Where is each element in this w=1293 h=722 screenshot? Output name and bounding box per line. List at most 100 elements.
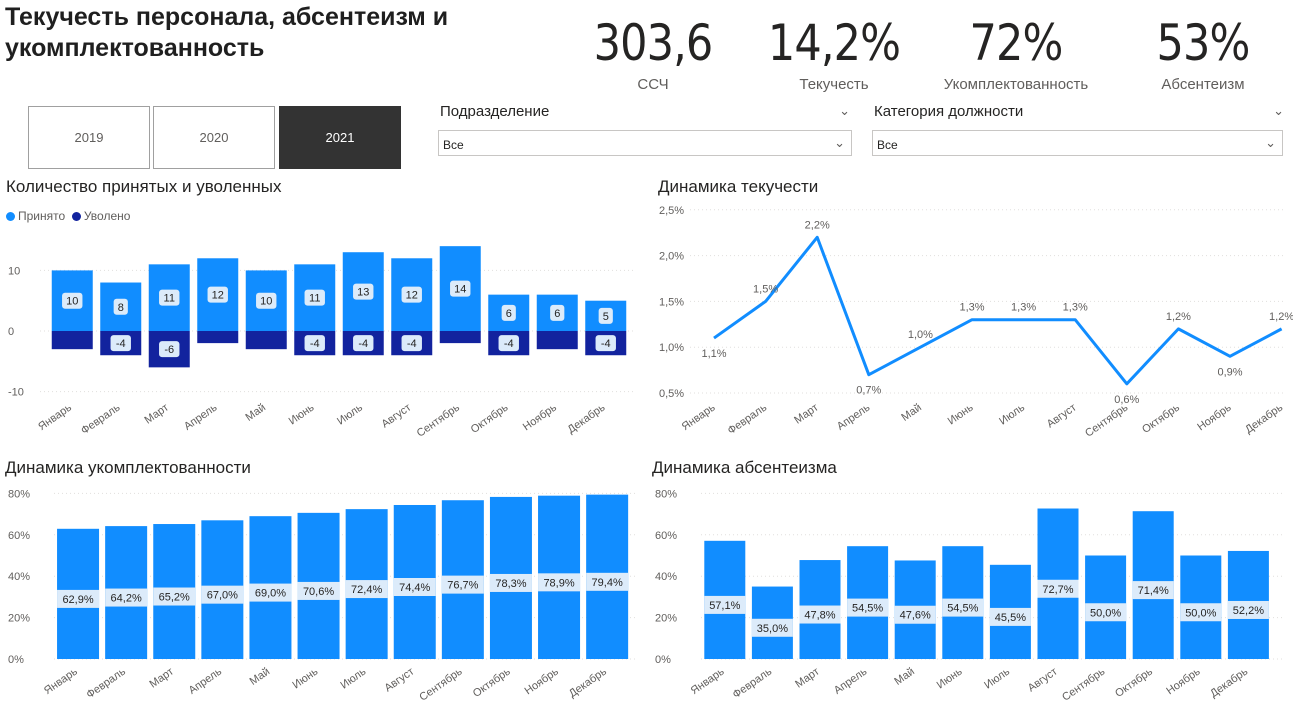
- absence-xtick: Июнь: [935, 665, 965, 691]
- turnover-xtick: Август: [1045, 402, 1079, 431]
- staffing-xtick: Июнь: [290, 665, 320, 691]
- hires-ytick: 10: [8, 265, 20, 277]
- staffing-ytick: 0%: [8, 654, 24, 666]
- staffing-xtick: Май: [248, 666, 273, 688]
- hires-xtick: Август: [379, 402, 413, 431]
- turnover-xtick: Июнь: [946, 401, 976, 427]
- bar-fired: [536, 331, 578, 350]
- absence-data-label: 72,7%: [1042, 584, 1073, 596]
- bar-fired: [245, 331, 287, 350]
- hires-ytick: 0: [8, 326, 14, 338]
- turnover-data-label: 1,3%: [1063, 302, 1088, 314]
- hires-xtick: Апрель: [182, 401, 220, 432]
- staffing-xtick: Июль: [338, 665, 368, 691]
- label-fired: -4: [407, 338, 417, 350]
- absence-data-label: 47,6%: [900, 610, 931, 622]
- absence-ytick: 60%: [655, 530, 677, 542]
- hires-xtick: Октябрь: [469, 401, 511, 435]
- staffing-xtick: Февраль: [84, 665, 128, 701]
- absence-xtick: Март: [793, 666, 821, 691]
- turnover-data-label: 1,2%: [1269, 311, 1293, 323]
- label-hired: 6: [506, 308, 512, 320]
- hires-xtick: Июль: [335, 401, 365, 427]
- absence-xtick: Июль: [982, 665, 1012, 691]
- absence-data-label: 54,5%: [852, 603, 883, 615]
- staffing-data-label: 74,4%: [399, 582, 430, 594]
- staffing-xtick: Сентябрь: [417, 665, 464, 703]
- absence-data-label: 50,0%: [1090, 607, 1121, 619]
- hires-xtick: Май: [243, 402, 268, 424]
- turnover-data-label: 1,5%: [753, 283, 778, 295]
- absence-xtick: Апрель: [832, 665, 870, 696]
- label-hired: 12: [406, 290, 418, 302]
- turnover-data-label: 0,7%: [856, 385, 881, 397]
- label-fired: -4: [116, 338, 126, 350]
- absence-xtick: Май: [892, 666, 917, 688]
- staffing-xtick: Декабрь: [567, 665, 609, 700]
- staffing-ytick: 80%: [8, 488, 30, 500]
- absence-xtick: Август: [1026, 666, 1060, 695]
- turnover-xtick: Ноябрь: [1195, 401, 1233, 433]
- absence-xtick: Ноябрь: [1164, 665, 1202, 697]
- turnover-xtick: Сентябрь: [1083, 401, 1130, 439]
- turnover-data-label: 0,9%: [1217, 366, 1242, 378]
- turnover-xtick: Март: [792, 402, 820, 427]
- hires-xtick: Январь: [36, 401, 74, 433]
- staffing-data-label: 69,0%: [255, 588, 286, 600]
- label-hired: 10: [260, 296, 272, 308]
- absence-xtick: Октябрь: [1113, 665, 1155, 699]
- label-fired: -4: [358, 338, 368, 350]
- turnover-xtick: Январь: [680, 401, 718, 433]
- absence-data-label: 45,5%: [995, 612, 1026, 624]
- hires-xtick: Сентябрь: [415, 401, 462, 439]
- turnover-data-label: 1,3%: [1011, 302, 1036, 314]
- staffing-ytick: 60%: [8, 530, 30, 542]
- staffing-data-label: 65,2%: [159, 592, 190, 604]
- bar-fired: [51, 331, 93, 350]
- absence-xtick: Сентябрь: [1060, 665, 1107, 703]
- staffing-xtick: Август: [382, 666, 416, 695]
- label-fired: -6: [164, 344, 174, 356]
- absence-xtick: Февраль: [731, 665, 775, 701]
- hires-xtick: Март: [143, 402, 171, 427]
- label-hired: 8: [118, 302, 124, 314]
- turnover-xtick: Май: [899, 402, 924, 424]
- staffing-xtick: Ноябрь: [523, 665, 561, 697]
- absence-xtick: Январь: [689, 665, 727, 697]
- staffing-data-label: 78,3%: [495, 578, 526, 590]
- turnover-ytick: 2,5%: [659, 205, 684, 217]
- absence-data-label: 54,5%: [947, 603, 978, 615]
- hires-xtick: Декабрь: [565, 401, 607, 436]
- absence-xtick: Декабрь: [1208, 665, 1250, 700]
- turnover-ytick: 0,5%: [659, 388, 684, 400]
- staffing-data-label: 70,6%: [303, 586, 334, 598]
- label-hired: 5: [603, 311, 609, 323]
- turnover-xtick: Октябрь: [1140, 401, 1182, 435]
- label-hired: 11: [309, 293, 320, 305]
- turnover-line: [713, 235, 1283, 386]
- staffing-ytick: 20%: [8, 613, 30, 625]
- staffing-xtick: Апрель: [187, 665, 225, 696]
- turnover-ytick: 1,0%: [659, 342, 684, 354]
- absence-data-label: 52,2%: [1233, 605, 1264, 617]
- bar-fired: [439, 331, 481, 344]
- staffing-data-label: 64,2%: [111, 593, 142, 605]
- staffing-data-label: 79,4%: [592, 577, 623, 589]
- hires-xtick: Февраль: [79, 401, 123, 437]
- turnover-data-label: 1,1%: [701, 348, 726, 360]
- bar-fired: [197, 331, 239, 344]
- absence-data-label: 57,1%: [709, 600, 740, 612]
- turnover-xtick: Декабрь: [1243, 401, 1285, 436]
- turnover-data-label: 2,2%: [805, 219, 830, 231]
- absence-ytick: 0%: [655, 654, 671, 666]
- turnover-ytick: 2,0%: [659, 251, 684, 263]
- staffing-data-label: 76,7%: [447, 580, 478, 592]
- absence-data-label: 71,4%: [1138, 585, 1169, 597]
- label-fired: -4: [601, 338, 611, 350]
- staffing-xtick: Октябрь: [471, 665, 513, 699]
- absence-ytick: 80%: [655, 488, 677, 500]
- label-hired: 11: [164, 293, 175, 305]
- turnover-xtick: Апрель: [835, 401, 873, 432]
- staffing-data-label: 72,4%: [351, 584, 382, 596]
- absence-data-label: 35,0%: [757, 623, 788, 635]
